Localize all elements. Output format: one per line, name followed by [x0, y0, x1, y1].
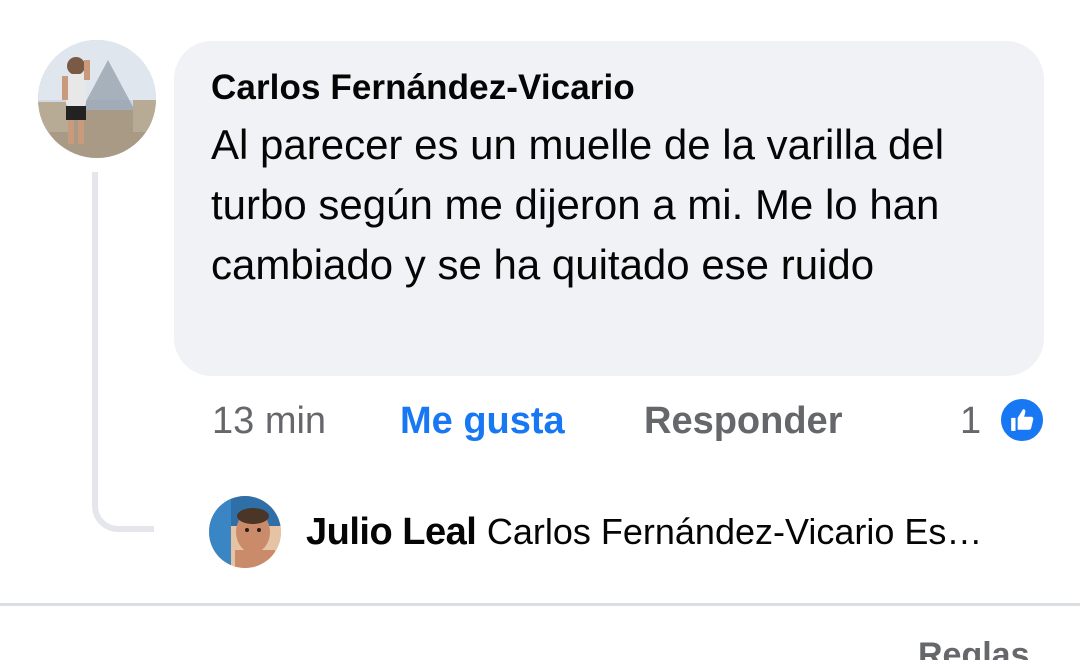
reply-button[interactable]: Responder: [644, 400, 842, 443]
reply-author[interactable]: Julio Leal: [306, 511, 477, 553]
avatar[interactable]: [38, 40, 156, 158]
reply-avatar[interactable]: [209, 496, 281, 568]
comment-author[interactable]: Carlos Fernández-Vicario: [211, 67, 1008, 109]
comment-bubble: Carlos Fernández-Vicario Al parecer es u…: [174, 41, 1044, 376]
reply-text: Carlos Fernández-Vicario Es…: [486, 511, 983, 552]
section-divider: [0, 603, 1080, 606]
reaction-count[interactable]: 1: [960, 400, 981, 443]
profile-photo-icon: [38, 40, 156, 158]
reply-preview[interactable]: Julio Leal Carlos Fernández-Vicario Es…: [306, 508, 1046, 556]
comment-timestamp[interactable]: 13 min: [212, 400, 326, 443]
reply-profile-photo-icon: [209, 496, 281, 568]
like-button[interactable]: Me gusta: [400, 400, 565, 443]
comment-text: Al parecer es un muelle de la varilla de…: [211, 121, 945, 288]
thread-connector: [92, 172, 154, 532]
comment-thread: Carlos Fernández-Vicario Al parecer es u…: [0, 0, 1080, 660]
rules-link[interactable]: Reglas: [918, 636, 1030, 660]
comment-actions: 13 min Me gusta Responder 1: [212, 396, 1046, 448]
thumbs-up-icon[interactable]: [998, 396, 1046, 444]
